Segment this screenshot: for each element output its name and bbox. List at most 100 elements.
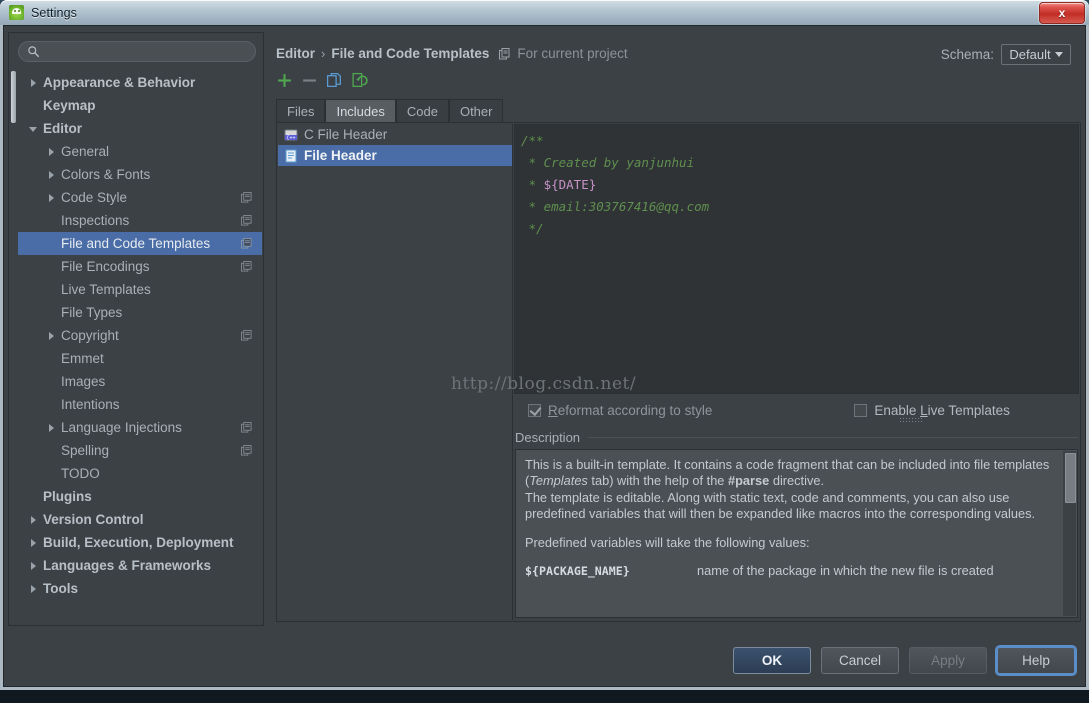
- close-icon[interactable]: x: [1039, 2, 1085, 24]
- sidebar-item-intentions[interactable]: Intentions: [18, 393, 262, 416]
- ok-button[interactable]: OK: [733, 647, 811, 674]
- add-icon[interactable]: [276, 72, 293, 89]
- chevron-right-icon[interactable]: [46, 192, 58, 204]
- sidebar-scrollbar-thumb[interactable]: [11, 71, 16, 123]
- breadcrumb: Editor › File and Code Templates For cur…: [276, 46, 628, 61]
- template-options: Reformat according to style Enable Live …: [514, 395, 1079, 425]
- sidebar-item-label: Inspections: [61, 213, 130, 228]
- sidebar-item-general[interactable]: General: [18, 140, 262, 163]
- tab-other[interactable]: Other: [448, 99, 504, 123]
- sidebar-item-inspections[interactable]: Inspections: [18, 209, 262, 232]
- content-area: Appearance & Behavior Keymap Editor General…: [3, 25, 1086, 687]
- schema-dropdown[interactable]: Default: [1001, 44, 1071, 65]
- chevron-right-icon[interactable]: [46, 169, 58, 181]
- sidebar-item-editor[interactable]: Editor: [18, 117, 262, 140]
- sidebar-item-copyright[interactable]: Copyright: [18, 324, 262, 347]
- sidebar-item-label: Version Control: [43, 512, 144, 527]
- search-input[interactable]: [18, 41, 256, 62]
- sidebar-item-todo[interactable]: TODO: [18, 462, 262, 485]
- description-scrollbar-thumb[interactable]: [1065, 453, 1076, 503]
- sidebar-item-emmet[interactable]: Emmet: [18, 347, 262, 370]
- sidebar-item-label: Build, Execution, Deployment: [43, 535, 234, 550]
- sidebar-item-colors-fonts[interactable]: Colors & Fonts: [18, 163, 262, 186]
- breadcrumb-root[interactable]: Editor: [276, 46, 315, 61]
- sidebar-item-label: Images: [61, 374, 106, 389]
- title-bar: Settings x: [0, 0, 1089, 25]
- project-scope-icon: [241, 215, 252, 226]
- sidebar-item-plugins[interactable]: Plugins: [18, 485, 262, 508]
- sidebar-item-file-types[interactable]: File Types: [18, 301, 262, 324]
- chevron-right-icon[interactable]: [28, 583, 40, 595]
- variable-description: name of the package in which the new fil…: [697, 563, 994, 579]
- copy-icon[interactable]: [326, 72, 343, 89]
- description-scrollbar[interactable]: [1063, 451, 1076, 616]
- scope-note: For current project: [517, 46, 628, 61]
- sidebar-item-spelling[interactable]: Spelling: [18, 439, 262, 462]
- sidebar-item-file-and-code-templates[interactable]: File and Code Templates: [18, 232, 262, 255]
- schema-label: Schema:: [940, 47, 994, 62]
- chevron-right-icon[interactable]: [28, 537, 40, 549]
- reformat-checkbox-label: Reformat according to style: [548, 402, 713, 418]
- breadcrumb-separator: ›: [321, 46, 326, 61]
- reset-icon[interactable]: [351, 72, 368, 89]
- live-templates-checkbox[interactable]: Enable Live Templates: [854, 403, 1010, 418]
- sidebar-item-label: Keymap: [43, 98, 96, 113]
- live-templates-checkbox-box[interactable]: [854, 403, 868, 417]
- editor-code[interactable]: /** * Created by yanjunhui * ${DATE} * e…: [521, 130, 1072, 389]
- tab-code[interactable]: Code: [395, 99, 449, 123]
- sidebar-scrollbar[interactable]: [10, 71, 18, 624]
- sidebar-item-label: Intentions: [61, 397, 120, 412]
- sidebar-item-version-control[interactable]: Version Control: [18, 508, 262, 531]
- sidebar-item-label: Appearance & Behavior: [43, 75, 196, 90]
- resize-grip-dots[interactable]: [899, 417, 923, 422]
- template-editor[interactable]: /** * Created by yanjunhui * ${DATE} * e…: [514, 124, 1079, 394]
- templates-toolbar: [276, 72, 368, 89]
- project-scope-icon: [241, 422, 252, 433]
- sidebar-item-label: Tools: [43, 581, 78, 596]
- reformat-checkbox[interactable]: Reformat according to style: [528, 403, 712, 418]
- sidebar-item-label: File and Code Templates: [61, 236, 211, 251]
- search-field-wrapper: [18, 41, 256, 62]
- code-line-3-prefix: *: [521, 177, 544, 192]
- sidebar-item-live-templates[interactable]: Live Templates: [18, 278, 262, 301]
- chevron-right-icon[interactable]: [46, 330, 58, 342]
- apply-button: Apply: [909, 647, 987, 674]
- description-paragraph-1: This is a built-in template. It contains…: [525, 457, 1050, 522]
- help-button[interactable]: Help: [997, 647, 1075, 674]
- sidebar-item-code-style[interactable]: Code Style: [18, 186, 262, 209]
- list-item[interactable]: C++ C File Header: [278, 124, 512, 145]
- sidebar-item-keymap[interactable]: Keymap: [18, 94, 262, 117]
- tab-includes[interactable]: Includes: [325, 99, 396, 123]
- code-line-5: */: [521, 221, 544, 236]
- remove-icon[interactable]: [301, 72, 318, 89]
- sidebar-item-language-injections[interactable]: Language Injections: [18, 416, 262, 439]
- chevron-right-icon[interactable]: [28, 514, 40, 526]
- svg-text:C++: C++: [286, 135, 295, 141]
- chevron-right-icon[interactable]: [28, 560, 40, 572]
- sidebar-item-label: Copyright: [61, 328, 119, 343]
- sidebar-item-tools[interactable]: Tools: [18, 577, 262, 600]
- sidebar-item-languages-frameworks[interactable]: Languages & Frameworks: [18, 554, 262, 577]
- window-body: Appearance & Behavior Keymap Editor General…: [0, 25, 1089, 690]
- chevron-right-icon[interactable]: [46, 422, 58, 434]
- tab-files[interactable]: Files: [276, 99, 326, 123]
- list-item[interactable]: File Header: [278, 145, 512, 166]
- cancel-button[interactable]: Cancel: [821, 647, 899, 674]
- editor-gutter: [515, 125, 519, 393]
- sidebar-item-label: Plugins: [43, 489, 92, 504]
- chevron-right-icon[interactable]: [46, 146, 58, 158]
- sidebar-item-images[interactable]: Images: [18, 370, 262, 393]
- chevron-down-icon[interactable]: [28, 123, 40, 135]
- sidebar-item-appearance-behavior[interactable]: Appearance & Behavior: [18, 71, 262, 94]
- sidebar-item-build-execution-deployment[interactable]: Build, Execution, Deployment: [18, 531, 262, 554]
- reformat-checkbox-box[interactable]: [528, 403, 541, 417]
- code-line-2: * Created by yanjunhui: [521, 155, 695, 170]
- chevron-right-icon[interactable]: [28, 77, 40, 89]
- sidebar-item-file-encodings[interactable]: File Encodings: [18, 255, 262, 278]
- description-box: This is a built-in template. It contains…: [515, 449, 1078, 618]
